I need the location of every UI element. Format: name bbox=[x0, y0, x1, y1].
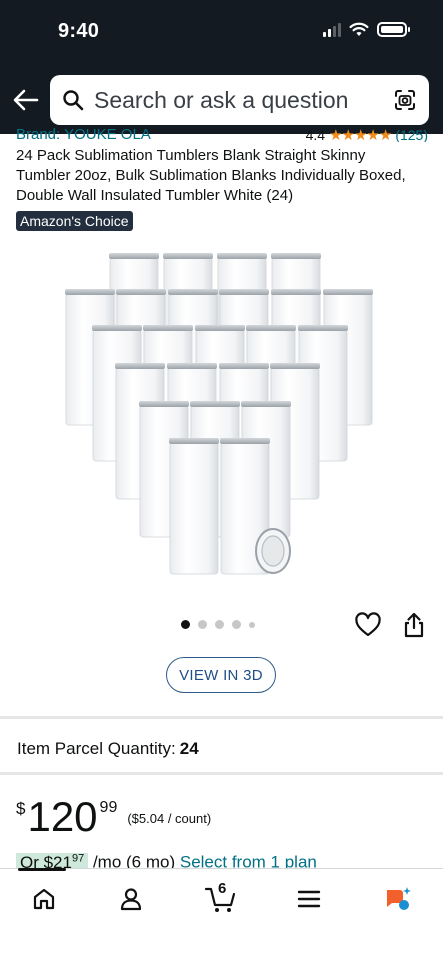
tumbler-rim bbox=[190, 401, 240, 407]
tumbler-rim bbox=[65, 289, 115, 295]
tumbler-rim bbox=[270, 363, 320, 369]
nav-home[interactable] bbox=[24, 879, 64, 919]
tumbler-rim bbox=[167, 363, 217, 369]
wifi-icon bbox=[349, 22, 369, 36]
section-divider bbox=[0, 772, 443, 775]
tumbler-rim bbox=[109, 253, 159, 259]
review-count[interactable]: (125) bbox=[395, 127, 428, 142]
carousel-dots[interactable] bbox=[181, 620, 255, 629]
search-bar[interactable]: Search or ask a question bbox=[50, 75, 429, 125]
tumbler-rim bbox=[219, 289, 269, 295]
menu-icon bbox=[297, 890, 321, 908]
rating-value: 4.4 bbox=[305, 127, 326, 142]
search-icon bbox=[63, 90, 84, 111]
product-title: 24 Pack Sublimation Tumblers Blank Strai… bbox=[16, 147, 406, 204]
cellular-signal-icon bbox=[323, 22, 341, 37]
quantity-label: Item Parcel Quantity: bbox=[17, 739, 176, 758]
tumbler-rim bbox=[92, 325, 142, 331]
share-button[interactable] bbox=[400, 611, 428, 639]
battery-icon bbox=[377, 22, 410, 37]
tumbler-rim bbox=[163, 253, 213, 259]
carousel-dot[interactable] bbox=[249, 621, 255, 628]
section-divider bbox=[0, 716, 443, 719]
tumbler-rim bbox=[298, 325, 348, 331]
amazons-choice-badge: Amazon's Choice bbox=[16, 211, 133, 231]
carousel-dot[interactable] bbox=[181, 620, 190, 629]
tumbler-rim bbox=[241, 401, 291, 407]
back-arrow-icon bbox=[13, 89, 39, 111]
account-icon bbox=[120, 888, 142, 911]
search-input[interactable]: Search or ask a question bbox=[94, 87, 393, 114]
back-button[interactable] bbox=[10, 84, 42, 116]
tumbler-rim bbox=[323, 289, 373, 295]
heart-icon bbox=[355, 612, 381, 637]
rating[interactable]: 4.4 ★★★★★ (125) bbox=[306, 126, 428, 142]
rating-stars-icon: ★★★★★ bbox=[329, 127, 392, 142]
camera-search-icon[interactable] bbox=[393, 88, 417, 112]
item-parcel-quantity: Item Parcel Quantity: 24 bbox=[17, 739, 199, 759]
price: $ 120 99 ($5.04 / count) bbox=[16, 795, 211, 839]
nav-rufus[interactable] bbox=[378, 879, 418, 919]
carousel-dot[interactable] bbox=[232, 620, 241, 629]
tumbler-lid bbox=[255, 528, 291, 574]
tumbler-rim bbox=[271, 253, 321, 259]
tumbler-rim bbox=[115, 363, 165, 369]
tumbler-rim bbox=[139, 401, 189, 407]
plan-price-cents: 97 bbox=[71, 852, 85, 864]
tumbler bbox=[169, 441, 219, 575]
brand-rating-row: Brand: YOUKE OLA 4.4 ★★★★★ (125) bbox=[16, 124, 428, 142]
carousel-dot[interactable] bbox=[198, 620, 207, 629]
price-whole: 120 bbox=[27, 793, 98, 840]
status-time: 9:40 bbox=[58, 20, 100, 42]
tumbler-rim bbox=[168, 289, 218, 295]
status-icons bbox=[323, 22, 410, 37]
nav-menu[interactable] bbox=[289, 879, 329, 919]
home-icon bbox=[33, 888, 55, 910]
nav-account[interactable] bbox=[111, 879, 151, 919]
tumbler-rim bbox=[220, 438, 270, 444]
cart-count-badge: 6 bbox=[218, 880, 227, 897]
quantity-value: 24 bbox=[179, 739, 199, 758]
carousel-dot[interactable] bbox=[215, 620, 224, 629]
view-in-3d-button[interactable]: VIEW IN 3D bbox=[166, 657, 276, 693]
tumbler-rim bbox=[169, 438, 219, 444]
rufus-icon bbox=[387, 887, 411, 910]
top-header: 9:40 Search or ask a question bbox=[0, 0, 443, 134]
price-per-unit: ($5.04 / count) bbox=[127, 811, 212, 826]
price-currency: $ bbox=[16, 799, 26, 818]
tumbler-rim bbox=[271, 289, 321, 295]
tumbler-rim bbox=[217, 253, 267, 259]
tumbler-rim bbox=[116, 289, 166, 295]
wishlist-button[interactable] bbox=[354, 611, 382, 639]
price-fraction: 99 bbox=[99, 799, 118, 816]
tumbler-rim bbox=[195, 325, 245, 331]
share-icon bbox=[404, 612, 424, 638]
plan-underline bbox=[18, 868, 66, 871]
tumbler-rim bbox=[246, 325, 296, 331]
tumbler-set-image[interactable] bbox=[60, 245, 390, 580]
brand-link[interactable]: Brand: YOUKE OLA bbox=[16, 126, 151, 142]
tumbler-rim bbox=[219, 363, 269, 369]
tumbler-rim bbox=[143, 325, 193, 331]
